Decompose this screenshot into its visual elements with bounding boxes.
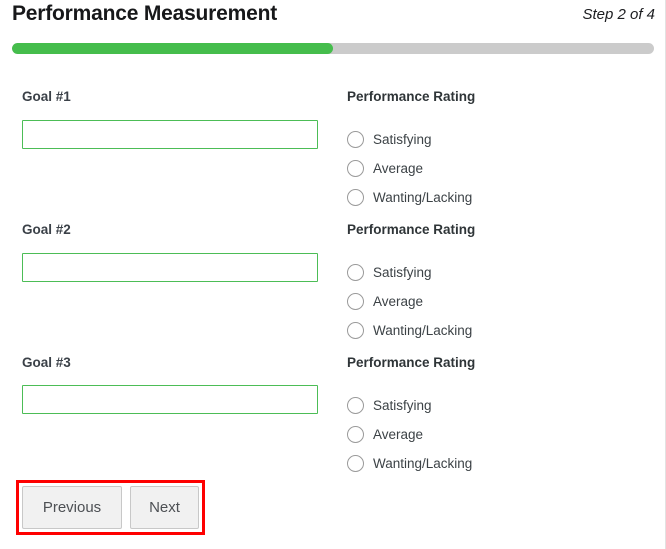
goal-1-input[interactable]: [22, 120, 318, 149]
rating-group-2-option-satisfying[interactable]: Satisfying: [347, 262, 432, 282]
radio-circle-icon: [347, 130, 364, 148]
radio-option-label: Average: [373, 160, 424, 176]
radio-option-label: Wanting/Lacking: [373, 189, 473, 205]
radio-option-label: Satisfying: [373, 397, 432, 413]
rating-group-1-title: Performance Rating: [347, 89, 476, 104]
navigation-highlight-annotation: [16, 480, 205, 535]
rating-group-2-option-wanting-lacking[interactable]: Wanting/Lacking: [347, 320, 472, 340]
radio-option-label: Average: [373, 426, 424, 442]
radio-circle-icon: [347, 188, 364, 206]
goals-column: Goal #1 Goal #2 Goal #3: [0, 0, 340, 549]
radio-option-label: Wanting/Lacking: [373, 455, 473, 471]
rating-group-1-option-wanting-lacking[interactable]: Wanting/Lacking: [347, 187, 472, 207]
rating-group-1-option-satisfying[interactable]: Satisfying: [347, 129, 432, 149]
radio-circle-icon: [347, 159, 364, 177]
radio-circle-icon: [347, 321, 364, 339]
ratings-column: Performance Rating Satisfying Average Wa…: [340, 0, 666, 549]
rating-group-3-title: Performance Rating: [347, 355, 476, 370]
radio-option-label: Satisfying: [373, 131, 432, 147]
radio-option-label: Wanting/Lacking: [373, 322, 473, 338]
goal-2-label: Goal #2: [22, 222, 71, 237]
rating-group-3-option-average[interactable]: Average: [347, 424, 423, 444]
goal-1-label: Goal #1: [22, 89, 71, 104]
rating-group-3-option-wanting-lacking[interactable]: Wanting/Lacking: [347, 453, 472, 473]
rating-group-2-title: Performance Rating: [347, 222, 476, 237]
goal-2-input[interactable]: [22, 253, 318, 282]
rating-group-1-option-average[interactable]: Average: [347, 158, 423, 178]
goal-3-label: Goal #3: [22, 355, 71, 370]
rating-group-3-option-satisfying[interactable]: Satisfying: [347, 395, 432, 415]
radio-circle-icon: [347, 263, 364, 281]
radio-circle-icon: [347, 454, 364, 472]
radio-circle-icon: [347, 425, 364, 443]
radio-circle-icon: [347, 292, 364, 310]
goal-3-input[interactable]: [22, 385, 318, 414]
radio-option-label: Satisfying: [373, 264, 432, 280]
wizard-page: Performance Measurement Step 2 of 4 Goal…: [0, 0, 666, 549]
radio-circle-icon: [347, 396, 364, 414]
rating-group-2-option-average[interactable]: Average: [347, 291, 423, 311]
radio-option-label: Average: [373, 293, 424, 309]
